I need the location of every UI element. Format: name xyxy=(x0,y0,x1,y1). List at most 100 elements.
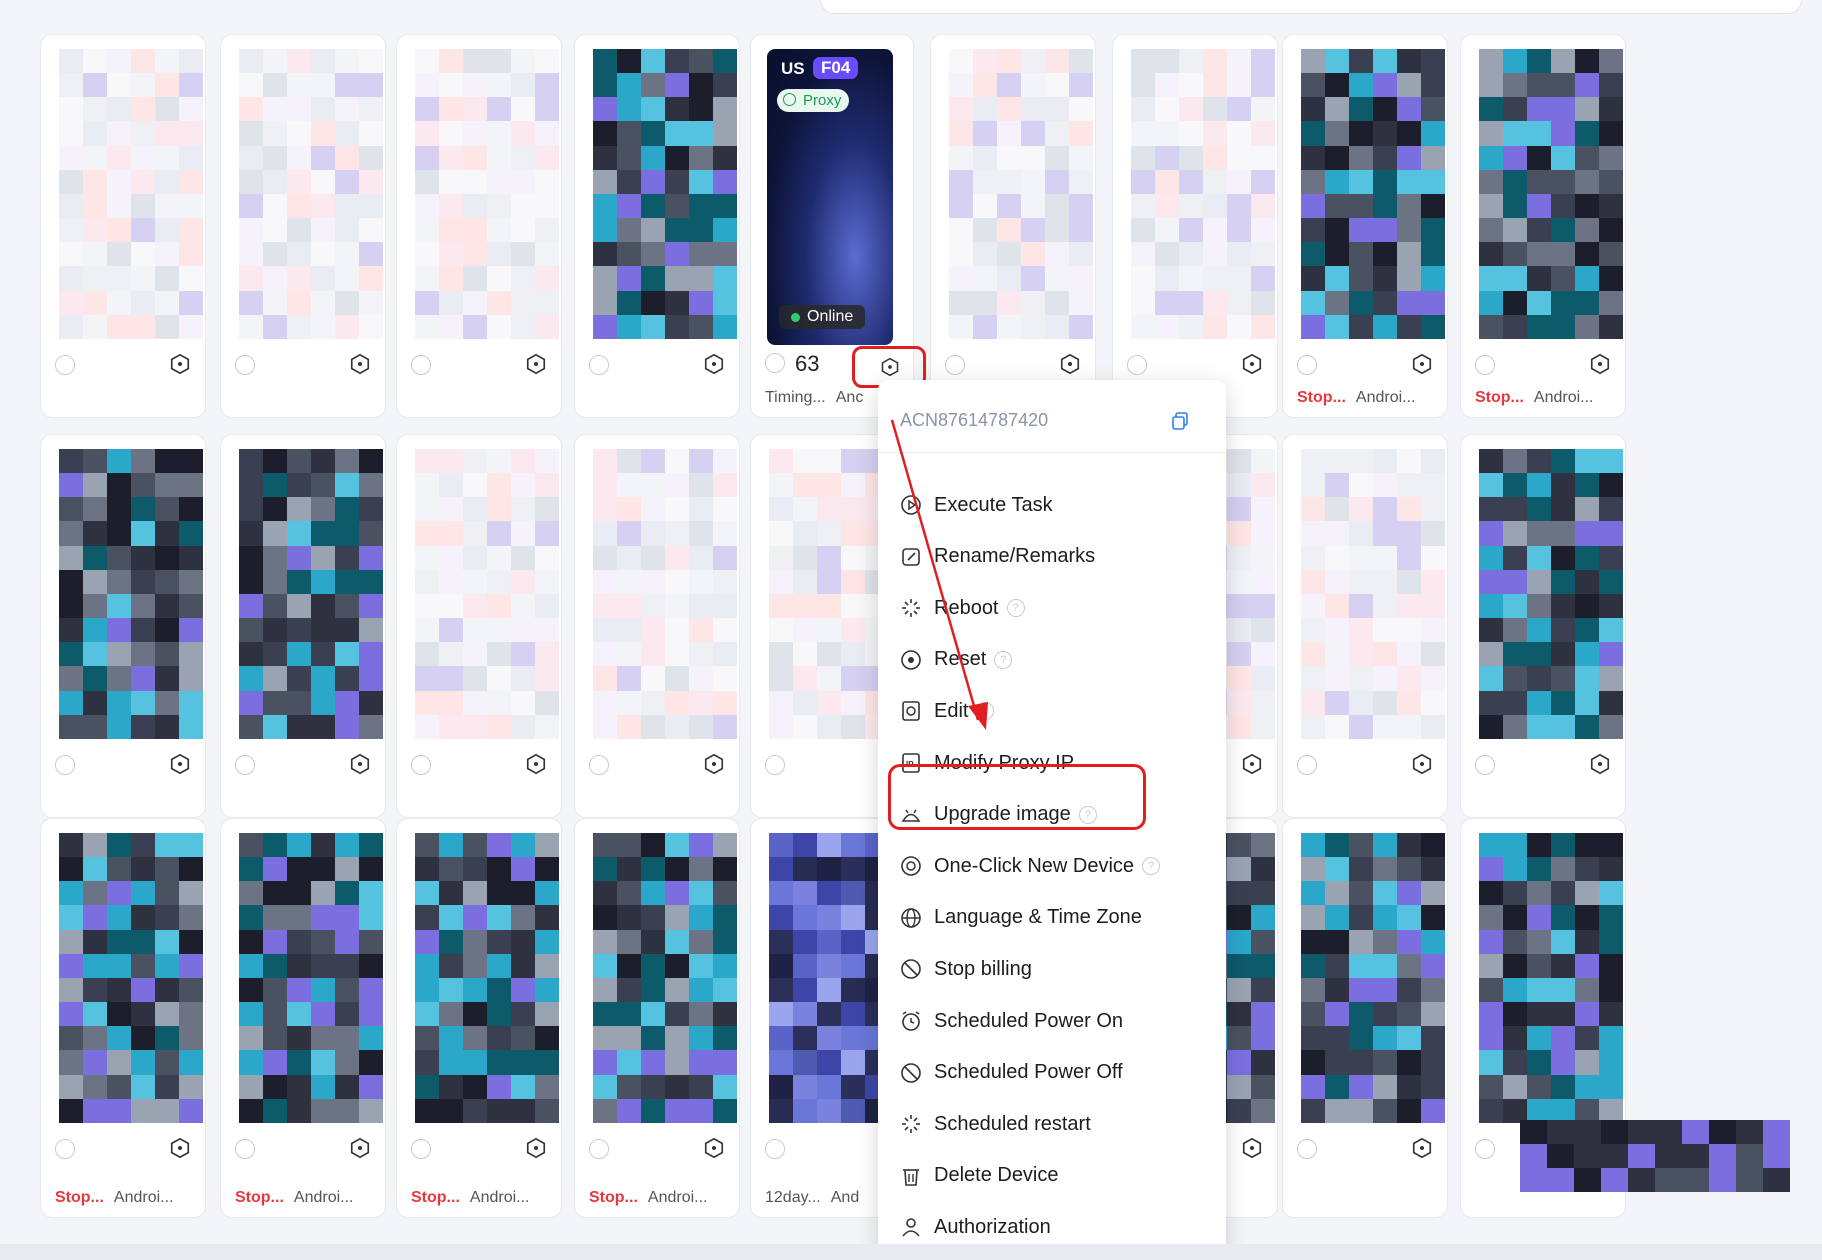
select-radio[interactable] xyxy=(235,355,255,375)
menu-item-authorization[interactable]: Authorization xyxy=(900,1212,1210,1242)
device-screen-thumbnail[interactable] xyxy=(59,833,203,1123)
select-radio[interactable] xyxy=(765,353,785,373)
hexagon-settings-icon[interactable] xyxy=(1241,1137,1263,1159)
hexagon-settings-icon[interactable] xyxy=(349,1137,371,1159)
hexagon-settings-icon[interactable] xyxy=(1411,353,1433,375)
device-screen-thumbnail[interactable] xyxy=(415,449,559,739)
hexagon-settings-icon[interactable] xyxy=(703,353,725,375)
device-screen-thumbnail[interactable] xyxy=(415,833,559,1123)
device-screen-thumbnail[interactable] xyxy=(239,833,383,1123)
select-radio[interactable] xyxy=(55,1139,75,1159)
select-radio[interactable] xyxy=(1297,355,1317,375)
device-screen-thumbnail[interactable] xyxy=(1301,449,1445,739)
device-card[interactable]: Stop... Androi... xyxy=(574,818,740,1218)
select-radio[interactable] xyxy=(589,355,609,375)
hexagon-settings-icon[interactable] xyxy=(703,1137,725,1159)
hexagon-settings-icon[interactable] xyxy=(349,753,371,775)
select-radio[interactable] xyxy=(1297,755,1317,775)
select-radio[interactable] xyxy=(235,755,255,775)
select-radio[interactable] xyxy=(411,1139,431,1159)
select-radio[interactable] xyxy=(945,355,965,375)
device-card[interactable] xyxy=(1282,434,1448,818)
device-screen-thumbnail[interactable] xyxy=(1479,449,1623,739)
device-card[interactable]: Stop... Androi... xyxy=(40,818,206,1218)
device-card[interactable]: Stop... Androi... xyxy=(396,818,562,1218)
select-radio[interactable] xyxy=(765,1139,785,1159)
menu-item-scheduled-power-on[interactable]: Scheduled Power On xyxy=(900,1006,1210,1036)
menu-item-one-click-new-device[interactable]: One-Click New Device? xyxy=(900,851,1210,881)
select-radio[interactable] xyxy=(1297,1139,1317,1159)
select-radio[interactable] xyxy=(55,755,75,775)
device-screen-thumbnail[interactable] xyxy=(239,49,383,339)
device-card[interactable] xyxy=(396,34,562,418)
hexagon-settings-icon[interactable] xyxy=(525,753,547,775)
hexagon-settings-icon[interactable] xyxy=(1589,753,1611,775)
hexagon-settings-icon[interactable] xyxy=(169,353,191,375)
device-card[interactable] xyxy=(574,434,740,818)
hexagon-settings-icon[interactable] xyxy=(1589,353,1611,375)
menu-item-stop-billing[interactable]: Stop billing xyxy=(900,954,1210,984)
select-radio[interactable] xyxy=(1127,355,1147,375)
hexagon-settings-icon[interactable] xyxy=(525,353,547,375)
menu-item-delete-device[interactable]: Delete Device xyxy=(900,1161,1210,1191)
help-icon[interactable]: ? xyxy=(976,702,995,721)
select-radio[interactable] xyxy=(1475,755,1495,775)
device-card[interactable] xyxy=(40,34,206,418)
device-card[interactable] xyxy=(930,34,1096,418)
device-card[interactable] xyxy=(1282,818,1448,1218)
device-card[interactable] xyxy=(220,434,386,818)
device-screen-thumbnail[interactable] xyxy=(1479,49,1623,339)
hexagon-settings-icon[interactable] xyxy=(525,1137,547,1159)
device-card[interactable] xyxy=(1112,34,1278,418)
device-card[interactable] xyxy=(396,434,562,818)
device-card[interactable]: Stop... Androi... xyxy=(1282,34,1448,418)
menu-item-execute-task[interactable]: Execute Task xyxy=(900,490,1210,520)
device-screen-thumbnail[interactable] xyxy=(1131,49,1275,339)
menu-item-language-time-zone[interactable]: Language & Time Zone xyxy=(900,903,1210,933)
menu-item-rename-remarks[interactable]: Rename/Remarks xyxy=(900,542,1210,572)
select-radio[interactable] xyxy=(589,1139,609,1159)
device-card[interactable] xyxy=(40,434,206,818)
copy-icon[interactable] xyxy=(1172,412,1188,430)
menu-item-reset[interactable]: Reset? xyxy=(900,645,1210,675)
hexagon-settings-icon[interactable] xyxy=(1411,1137,1433,1159)
device-card[interactable] xyxy=(220,34,386,418)
device-screen-thumbnail[interactable] xyxy=(59,449,203,739)
device-screen-thumbnail[interactable] xyxy=(593,49,737,339)
device-screen-thumbnail[interactable] xyxy=(593,833,737,1123)
hexagon-settings-icon[interactable] xyxy=(1059,353,1081,375)
help-icon[interactable]: ? xyxy=(1142,857,1161,876)
help-icon[interactable]: ? xyxy=(994,650,1013,669)
device-card[interactable]: Stop... Androi... xyxy=(220,818,386,1218)
select-radio[interactable] xyxy=(235,1139,255,1159)
menu-item-scheduled-power-off[interactable]: Scheduled Power Off xyxy=(900,1058,1210,1088)
select-radio[interactable] xyxy=(411,355,431,375)
device-screen-thumbnail[interactable] xyxy=(1301,49,1445,339)
menu-item-edit[interactable]: Edit? xyxy=(900,696,1210,726)
hexagon-settings-icon[interactable] xyxy=(1241,753,1263,775)
device-screen-thumbnail[interactable] xyxy=(949,49,1093,339)
select-radio[interactable] xyxy=(1475,355,1495,375)
device-screen-thumbnail[interactable] xyxy=(1301,833,1445,1123)
device-screen-thumbnail[interactable] xyxy=(59,49,203,339)
select-radio[interactable] xyxy=(55,355,75,375)
device-screen-thumbnail[interactable] xyxy=(1479,833,1623,1123)
menu-item-scheduled-restart[interactable]: Scheduled restart xyxy=(900,1109,1210,1139)
hexagon-settings-icon[interactable] xyxy=(703,753,725,775)
hexagon-settings-icon[interactable] xyxy=(169,753,191,775)
hexagon-settings-icon[interactable] xyxy=(349,353,371,375)
hexagon-settings-icon[interactable] xyxy=(1241,353,1263,375)
device-card[interactable] xyxy=(574,34,740,418)
device-card[interactable]: Stop... Androi... xyxy=(1460,34,1626,418)
menu-item-reboot[interactable]: Reboot? xyxy=(900,593,1210,623)
hexagon-settings-icon[interactable] xyxy=(1411,753,1433,775)
help-icon[interactable]: ? xyxy=(1006,599,1025,618)
device-card[interactable] xyxy=(1460,434,1626,818)
device-screen[interactable]: US F04 Proxy Online xyxy=(767,49,893,345)
select-radio[interactable] xyxy=(411,755,431,775)
device-screen-thumbnail[interactable] xyxy=(415,49,559,339)
hexagon-settings-icon[interactable] xyxy=(169,1137,191,1159)
select-radio[interactable] xyxy=(1475,1139,1495,1159)
device-screen-thumbnail[interactable] xyxy=(593,449,737,739)
device-screen-thumbnail[interactable] xyxy=(239,449,383,739)
